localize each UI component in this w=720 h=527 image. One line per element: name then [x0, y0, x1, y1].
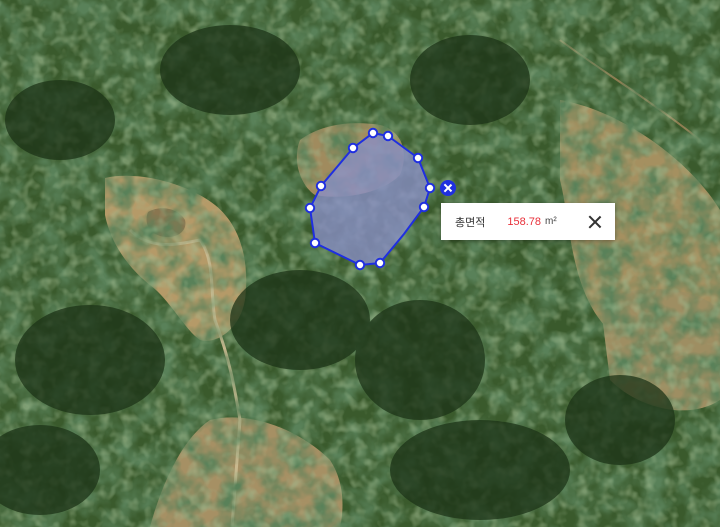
vertex-handle — [304, 202, 316, 214]
vertex-handle — [382, 130, 394, 142]
vertex-handle — [347, 142, 359, 154]
area-unit: m² — [545, 216, 557, 227]
vertex-handle — [374, 257, 386, 269]
satellite-map[interactable] — [0, 0, 720, 527]
close-icon[interactable] — [587, 214, 603, 230]
area-measure-popup: 총면적 158.78 m² — [441, 203, 615, 240]
vertex-handle — [315, 180, 327, 192]
total-area-label: 총면적 — [455, 216, 486, 229]
vertex-handle — [354, 259, 366, 271]
close-circle-icon[interactable] — [440, 180, 456, 196]
vertex-handle — [367, 127, 379, 139]
vertex-handle — [418, 201, 430, 213]
vertex-handle — [412, 152, 424, 164]
vertex-handle — [309, 237, 321, 249]
vertex-handle — [424, 182, 436, 194]
total-area-value: 158.78 — [507, 215, 542, 228]
